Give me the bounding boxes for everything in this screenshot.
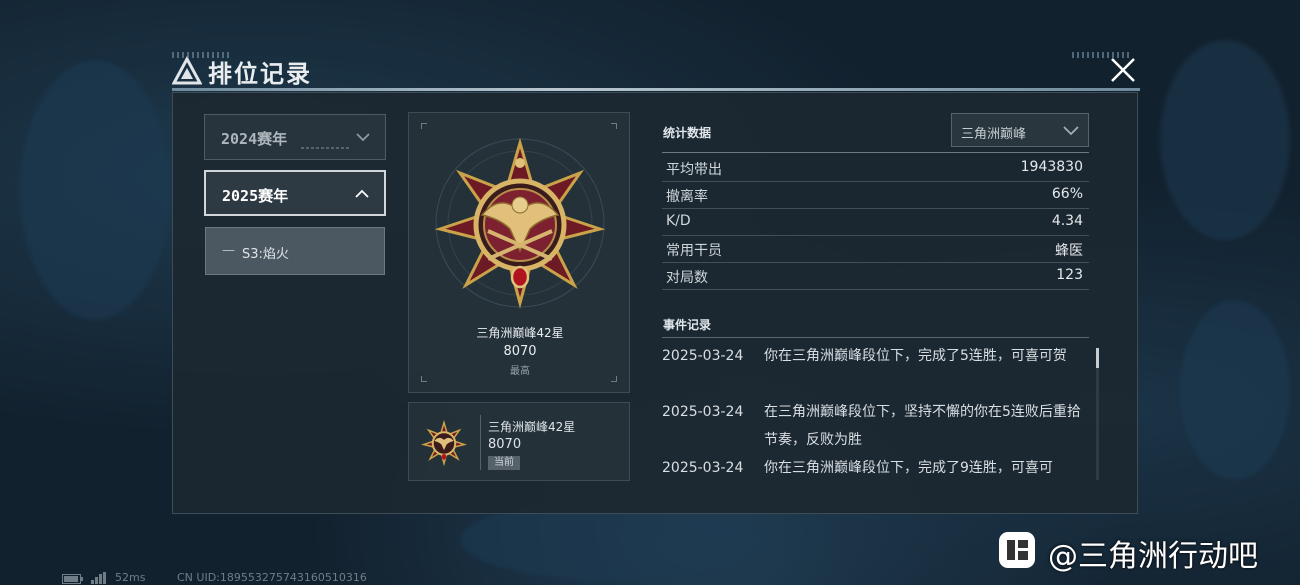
- sub-season-s3-item[interactable]: — S3:焰火: [205, 227, 385, 275]
- best-rank-score: 8070: [503, 344, 537, 359]
- current-rank-card: 三角洲巅峰42星 8070 当前: [408, 402, 630, 481]
- page-title: 排位记录: [208, 60, 312, 88]
- watermark-text: @三角洲行动吧: [1048, 539, 1258, 574]
- stat-value: 66%: [1051, 186, 1083, 202]
- stat-row: 平均带出 1943830: [662, 154, 1089, 182]
- stat-row: K/D 4.34: [662, 208, 1089, 236]
- stat-key: 平均带出: [666, 162, 722, 178]
- background-blob: [20, 60, 170, 320]
- events-scrollbar[interactable]: [1096, 348, 1099, 368]
- stats-title: 统计数据: [663, 126, 712, 140]
- current-rank-score: 8070: [488, 437, 522, 452]
- event-date: 2025-03-24: [662, 460, 744, 476]
- title-divider: [172, 88, 1140, 91]
- stat-key: 常用干员: [666, 243, 722, 259]
- event-text: 你在三角洲巅峰段位下，完成了9连胜，可喜可: [764, 460, 1053, 476]
- decor-dash: [301, 147, 351, 149]
- game-logo-icon: [172, 56, 202, 85]
- current-rank-badge: 当前: [488, 456, 520, 470]
- battery-icon: [62, 574, 83, 584]
- chevron-down-icon: [356, 133, 370, 142]
- decor-ticks: [172, 52, 232, 58]
- stat-value: 蜂医: [1055, 243, 1083, 259]
- stat-key: 撤离率: [666, 189, 708, 205]
- events-title: 事件记录: [663, 318, 712, 332]
- event-date: 2025-03-24: [662, 348, 744, 364]
- card-corner: [611, 123, 617, 129]
- season-label: 2025赛年: [222, 187, 289, 205]
- chevron-down-icon: [1063, 126, 1079, 136]
- season-2024-button[interactable]: 2024赛年: [204, 114, 386, 160]
- best-rank-tag: 最高: [510, 366, 530, 377]
- event-text: 你在三角洲巅峰段位下，完成了5连胜，可喜可贺: [764, 348, 1067, 364]
- season-2025-button[interactable]: 2025赛年: [204, 170, 386, 216]
- tieba-icon: [999, 532, 1035, 568]
- stat-value: 123: [1056, 267, 1083, 283]
- stats-divider: [662, 152, 1089, 153]
- ping-text: 52ms: [115, 571, 146, 584]
- stat-key: K/D: [666, 213, 691, 229]
- background-blob: [1180, 300, 1290, 480]
- stat-row: 对局数 123: [662, 262, 1089, 290]
- close-icon[interactable]: [1108, 55, 1138, 85]
- events-divider: [662, 337, 1089, 338]
- season-label: 2024赛年: [221, 130, 288, 148]
- stat-key: 对局数: [666, 270, 708, 286]
- stat-value: 4.34: [1051, 213, 1083, 229]
- signal-icon: [91, 572, 106, 584]
- mode-select[interactable]: 三角洲巅峰: [951, 113, 1089, 147]
- sub-season-dash: —: [222, 243, 235, 258]
- best-rank-name: 三角洲巅峰42星: [476, 326, 564, 340]
- event-date: 2025-03-24: [662, 404, 744, 420]
- stat-row: 撤离率 66%: [662, 181, 1089, 209]
- title-bar: 排位记录: [172, 52, 1140, 91]
- mode-select-value: 三角洲巅峰: [961, 127, 1027, 142]
- card-divider: [480, 415, 481, 470]
- card-corner: [421, 123, 427, 129]
- events-list[interactable]: 2025-03-24 你在三角洲巅峰段位下，完成了5连胜，可喜可贺 2025-0…: [662, 342, 1092, 480]
- sub-season-label: S3:焰火: [242, 247, 289, 262]
- stat-value: 1943830: [1020, 159, 1083, 175]
- medal-icon: [421, 420, 467, 466]
- medal-icon: [434, 137, 606, 309]
- best-rank-card: 三角洲巅峰42星 8070 最高: [408, 112, 630, 393]
- stat-row: 常用干员 蜂医: [662, 235, 1089, 263]
- chevron-up-icon: [355, 189, 369, 198]
- background-blob: [1160, 40, 1290, 240]
- event-text: 在三角洲巅峰段位下，坚持不懈的你在5连败后重拾节奏，反败为胜: [764, 404, 1081, 448]
- current-rank-name: 三角洲巅峰42星: [488, 420, 576, 434]
- uid-text: CN UID:189553275743160510316: [177, 571, 367, 584]
